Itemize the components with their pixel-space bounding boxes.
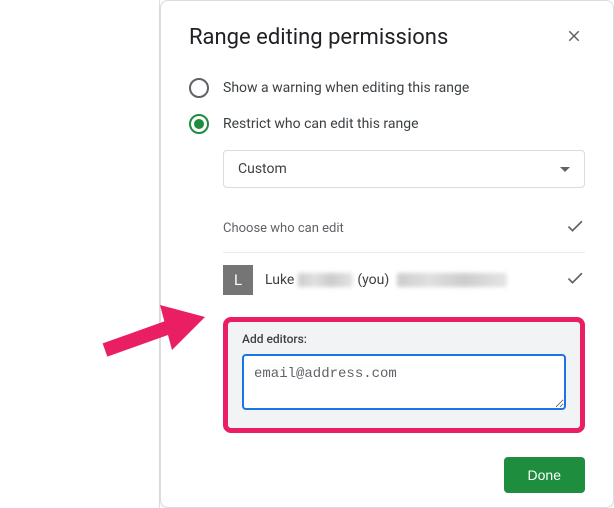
annotation-arrow xyxy=(100,295,210,375)
check-icon xyxy=(565,268,585,292)
choose-who-row[interactable]: Choose who can edit xyxy=(223,204,585,253)
redacted-email xyxy=(397,273,507,287)
range-permissions-dialog: Range editing permissions Show a warning… xyxy=(160,0,614,508)
user-row[interactable]: L Luke (you) xyxy=(223,253,585,307)
close-button[interactable] xyxy=(563,25,585,50)
spreadsheet-background xyxy=(0,0,160,508)
add-editors-highlight: Add editors: xyxy=(223,317,585,433)
radio-restrict[interactable]: Restrict who can edit this range xyxy=(189,106,585,142)
redacted-lastname xyxy=(298,273,353,287)
permission-select[interactable]: Custom xyxy=(223,150,585,188)
close-icon xyxy=(565,27,583,45)
radio-label-restrict: Restrict who can edit this range xyxy=(223,116,419,132)
add-editors-input[interactable] xyxy=(242,354,566,410)
choose-label: Choose who can edit xyxy=(223,221,344,236)
radio-label-warning: Show a warning when editing this range xyxy=(223,80,469,96)
user-name: Luke (you) xyxy=(265,272,565,288)
chevron-down-icon xyxy=(560,167,570,172)
user-you: (you) xyxy=(357,272,389,288)
avatar: L xyxy=(223,265,253,295)
user-first-name: Luke xyxy=(265,272,294,288)
dialog-title: Range editing permissions xyxy=(189,25,448,50)
select-value: Custom xyxy=(238,161,287,177)
radio-icon-unchecked xyxy=(189,78,209,98)
radio-icon-checked xyxy=(189,114,209,134)
radio-show-warning[interactable]: Show a warning when editing this range xyxy=(189,70,585,106)
check-icon xyxy=(565,216,585,240)
done-button[interactable]: Done xyxy=(504,457,585,493)
add-editors-label: Add editors: xyxy=(242,332,566,346)
